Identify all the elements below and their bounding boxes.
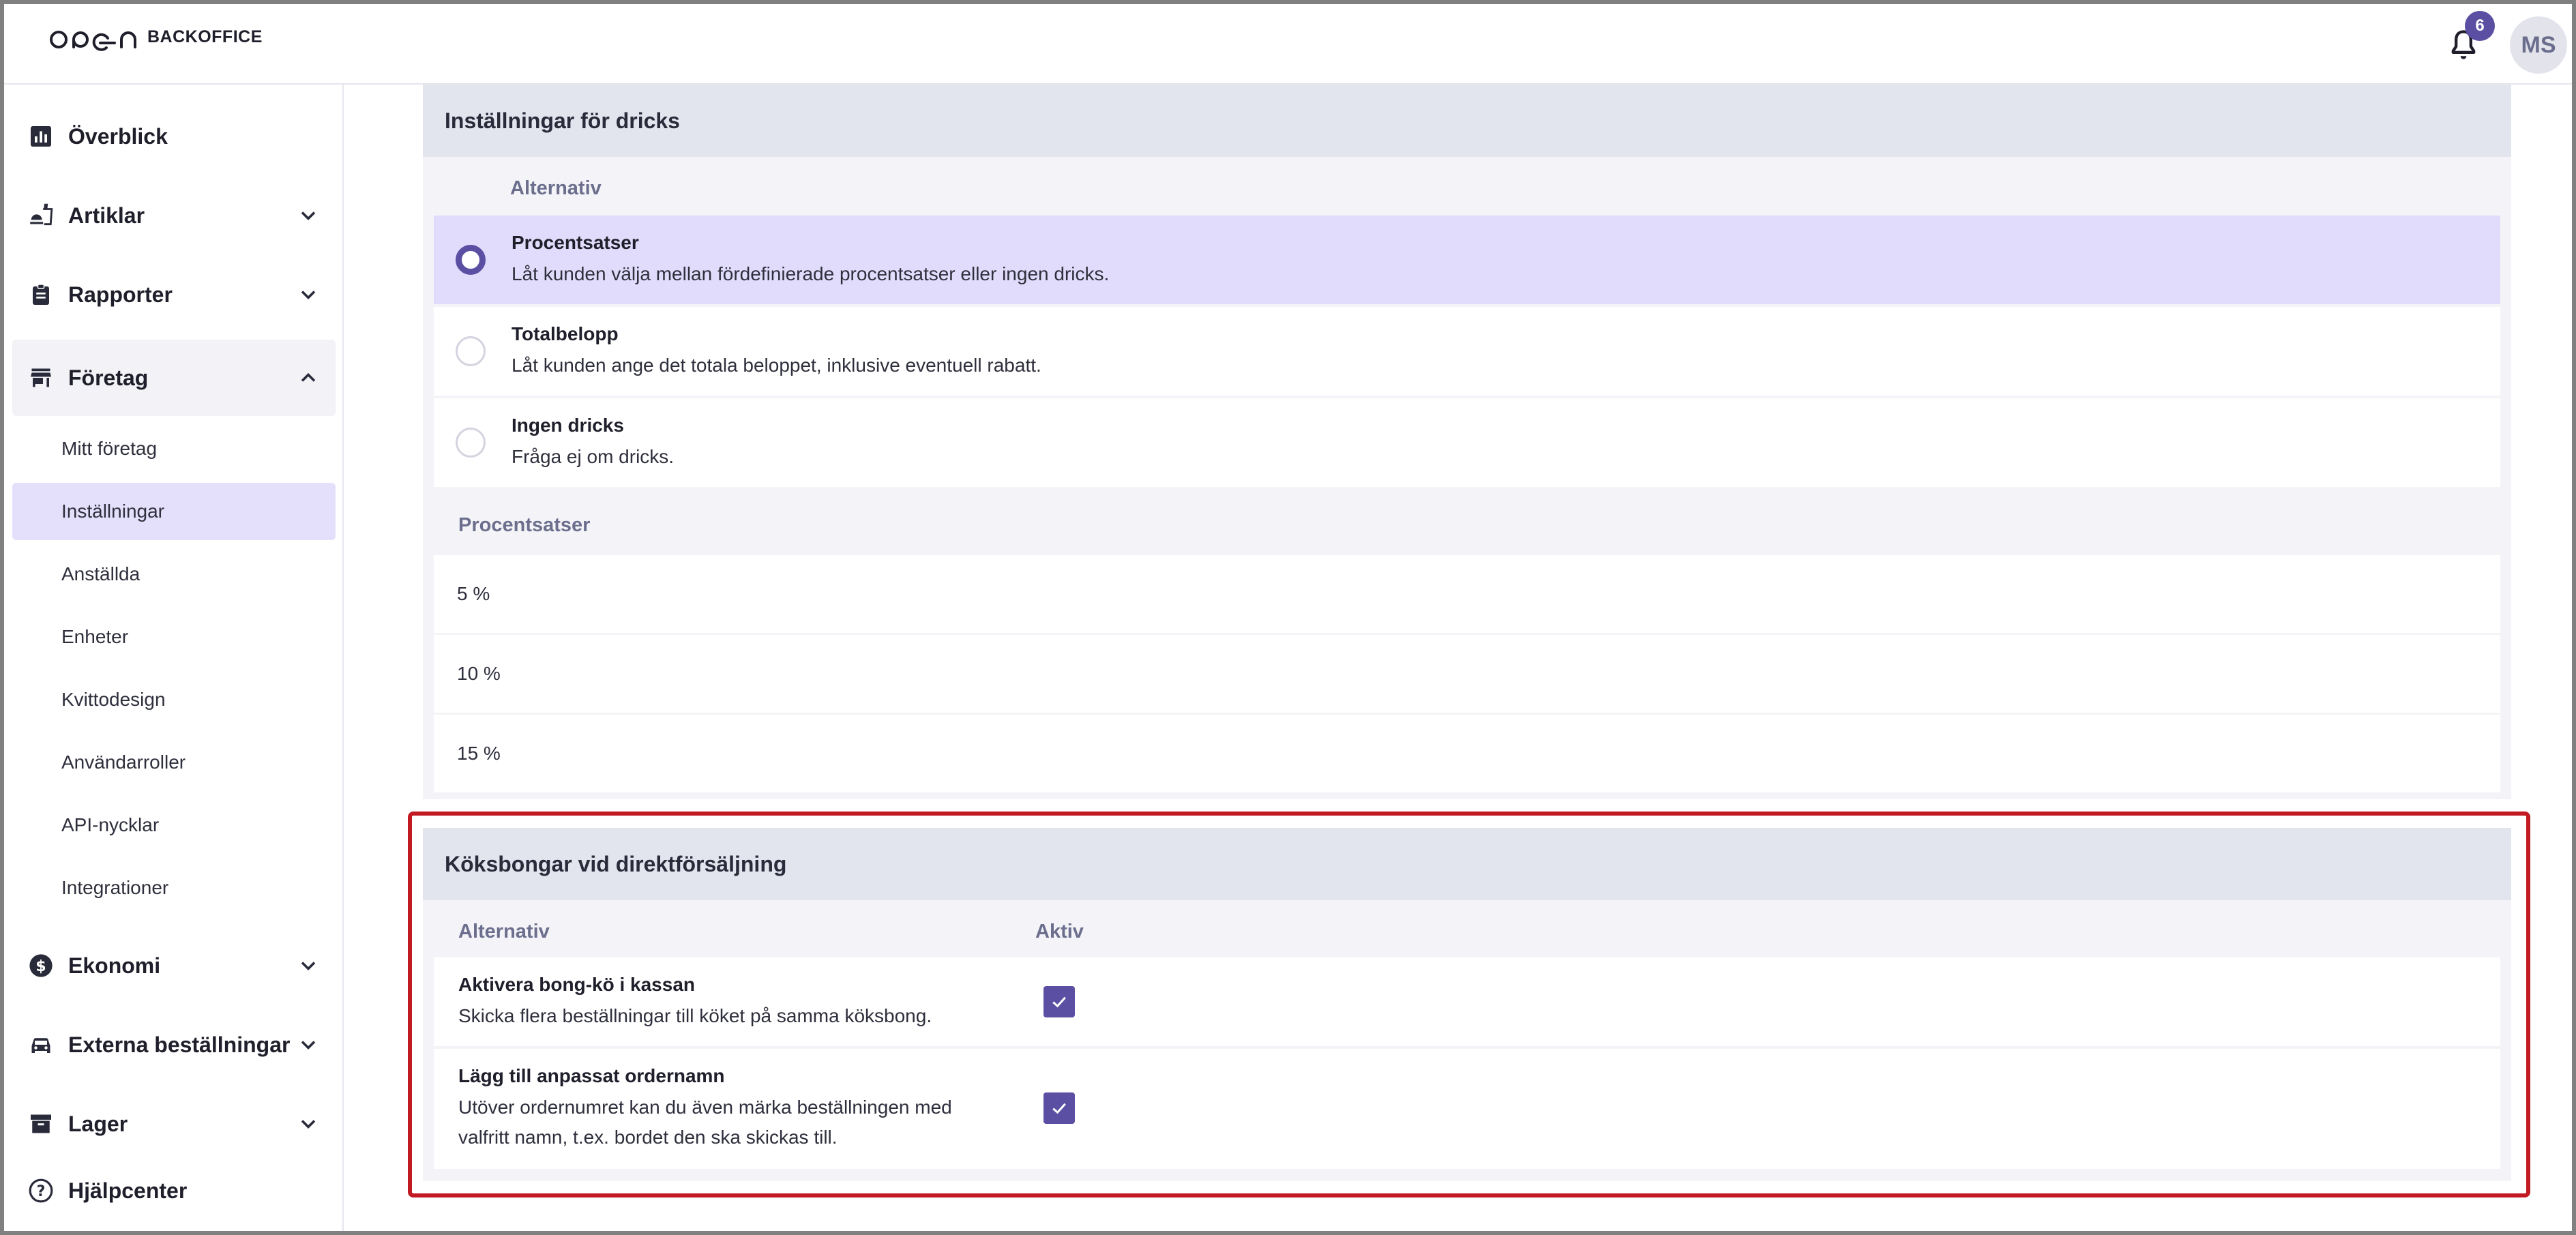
tip-option-desc: Låt kunden välja mellan fördefinierade p… [512, 263, 1110, 284]
highlight-box [408, 812, 2530, 1197]
help-icon: ? [27, 1177, 55, 1204]
tip-option-no-tips[interactable]: Ingen dricks Fråga ej om dricks. [434, 398, 2500, 487]
top-bar: BACKOFFICE 6 MS [4, 4, 2572, 85]
sidebar-subitem-employees[interactable]: Anställda [12, 546, 336, 603]
sidebar-subitem-my-company[interactable]: Mitt företag [12, 420, 336, 477]
sidebar-label-economy: Ekonomi [68, 953, 161, 978]
percentage-row[interactable]: 15 % [434, 715, 2500, 792]
sidebar: Överblick Artiklar Rapporter Företag Mit… [4, 85, 344, 1231]
logo-text: BACKOFFICE [147, 27, 263, 46]
tips-settings-title: Inställningar för dricks [423, 85, 2511, 157]
svg-text:?: ? [37, 1182, 46, 1200]
svg-text:$: $ [35, 957, 46, 975]
sidebar-item-reports[interactable]: Rapporter [12, 256, 336, 333]
tip-option-desc: Låt kunden ange det totala beloppet, ink… [512, 355, 1041, 376]
chevron-down-icon [301, 962, 316, 971]
sidebar-label-reports: Rapporter [68, 282, 173, 307]
tip-option-title: Ingen dricks [512, 415, 624, 436]
chevron-down-icon [301, 291, 316, 300]
chevron-up-icon [301, 372, 316, 382]
sidebar-item-stock[interactable]: Lager [12, 1086, 336, 1162]
sidebar-subitem-settings[interactable]: Inställningar [12, 483, 336, 540]
tip-option-title: Totalbelopp [512, 323, 619, 344]
food-icon [27, 202, 55, 229]
percentages-header: Procentsatser [458, 514, 591, 536]
sidebar-subitem-devices[interactable]: Enheter [12, 608, 336, 666]
sidebar-item-company[interactable]: Företag [12, 340, 336, 416]
sidebar-item-economy[interactable]: $ Ekonomi [12, 927, 336, 1004]
sidebar-item-external-orders[interactable]: Externa beställningar [12, 1007, 336, 1083]
sidebar-item-articles[interactable]: Artiklar [12, 177, 336, 254]
tip-option-desc: Fråga ej om dricks. [512, 446, 675, 467]
sidebar-subitem-api-keys[interactable]: API-nycklar [12, 797, 336, 854]
radio-button[interactable] [456, 245, 486, 275]
clipboard-icon [27, 281, 55, 308]
sidebar-label-stock: Lager [68, 1111, 128, 1136]
tips-column-header: Alternativ [510, 177, 602, 199]
sidebar-subitem-receipt-design[interactable]: Kvittodesign [12, 671, 336, 728]
archive-icon [27, 1110, 55, 1137]
chevron-down-icon [301, 211, 316, 221]
app-window: BACKOFFICE 6 MS Överblick Artiklar Rappo… [4, 4, 2572, 1231]
car-icon [27, 1031, 55, 1058]
chevron-down-icon [301, 1120, 316, 1129]
chevron-down-icon [301, 1041, 316, 1050]
tips-settings-card: Inställningar för dricks Alternativ Proc… [423, 85, 2511, 799]
percentage-row[interactable]: 10 % [434, 635, 2500, 713]
tip-option-title: Procentsatser [512, 232, 639, 253]
sidebar-item-overview[interactable]: Överblick [12, 98, 336, 175]
tip-option-total-amount[interactable]: Totalbelopp Låt kunden ange det totala b… [434, 307, 2500, 396]
sidebar-label-external-orders: Externa beställningar [68, 1032, 291, 1057]
chart-icon [27, 123, 55, 150]
sidebar-label-help: Hjälpcenter [68, 1178, 188, 1203]
tip-option-percentages[interactable]: Procentsatser Låt kunden välja mellan fö… [434, 215, 2500, 304]
sidebar-subitem-user-roles[interactable]: Användarroller [12, 734, 336, 791]
store-icon [27, 364, 55, 391]
sidebar-label-overview: Överblick [68, 123, 168, 149]
radio-button[interactable] [456, 428, 486, 458]
sidebar-label-company: Företag [68, 365, 149, 390]
notification-badge: 6 [2465, 11, 2495, 41]
user-avatar[interactable]: MS [2510, 16, 2567, 74]
sidebar-label-articles: Artiklar [68, 203, 145, 228]
dollar-icon: $ [27, 952, 55, 979]
percentage-row[interactable]: 5 % [434, 555, 2500, 633]
radio-button[interactable] [456, 336, 486, 366]
logo[interactable]: BACKOFFICE [48, 25, 263, 57]
sidebar-item-help[interactable]: ? Hjälpcenter [12, 1152, 336, 1229]
open-logo-icon [50, 31, 136, 51]
sidebar-subitem-integrations[interactable]: Integrationer [12, 859, 336, 917]
